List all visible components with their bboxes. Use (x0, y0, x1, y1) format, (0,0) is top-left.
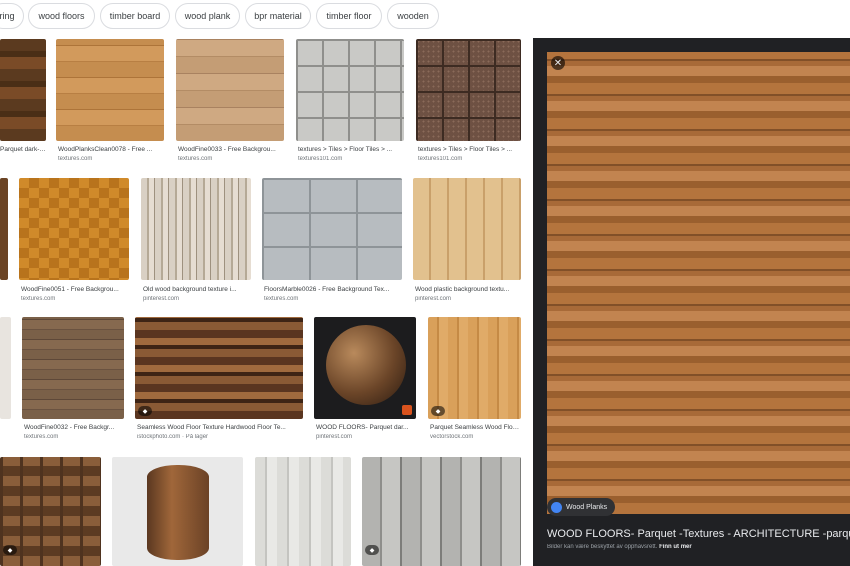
result-tile[interactable]: WoodFine0051 - Free Backgrou... textures… (19, 178, 129, 306)
result-source: textures.com (21, 296, 56, 302)
result-thumbnail[interactable] (428, 317, 521, 419)
result-source: textures.com (264, 296, 299, 302)
image-badge: ◆ (365, 545, 379, 555)
result-caption[interactable]: Seamless Wood Floor Texture Hardwood Flo… (137, 424, 303, 431)
result-caption[interactable]: textures > Tiles > Floor Tiles > ... (418, 146, 521, 153)
result-thumbnail[interactable] (416, 39, 521, 141)
result-tile[interactable] (112, 457, 243, 566)
result-tile[interactable] (0, 178, 8, 306)
result-source: textures.com (178, 156, 213, 162)
result-tile[interactable]: WOOD FLOORS- Parquet dar... pinterest.co… (314, 317, 416, 447)
preview-title[interactable]: WOOD FLOORS- Parquet -Textures - ARCHITE… (547, 528, 850, 540)
result-source: pinterest.com (143, 296, 180, 302)
result-caption[interactable]: FloorsMarble0026 - Free Background Tex..… (264, 286, 402, 293)
result-tile[interactable]: ◆ Seamless Wood Floor Texture Hardwood F… (135, 317, 303, 447)
result-thumbnail[interactable] (112, 457, 243, 566)
sphere-render (326, 325, 406, 405)
copyright-text: Bilder kan være beskyttet av opphavsrett… (547, 544, 658, 550)
result-tile[interactable]: Old wood background texture i... pintere… (141, 178, 251, 306)
cylinder-render (147, 465, 209, 560)
result-tile[interactable]: ◆ Parquet Seamless Wood Floor P... vecto… (428, 317, 521, 447)
result-caption[interactable]: Old wood background texture i... (143, 286, 251, 293)
result-thumbnail[interactable] (22, 317, 124, 419)
result-thumbnail[interactable] (413, 178, 521, 280)
result-tile[interactable]: textures > Tiles > Floor Tiles > ... tex… (416, 39, 521, 169)
site-badge[interactable]: Wood Planks (547, 498, 616, 516)
result-caption[interactable]: Parquet Seamless Wood Floor P... (430, 424, 521, 431)
site-name: Wood Planks (566, 503, 608, 511)
result-thumbnail[interactable] (0, 178, 8, 280)
result-thumbnail[interactable] (0, 39, 46, 141)
preview-image[interactable] (547, 52, 850, 514)
result-thumbnail[interactable] (176, 39, 284, 141)
result-source: istockphoto.com · På lager (137, 434, 209, 440)
result-caption[interactable]: WOOD FLOORS- Parquet dar... (316, 424, 416, 431)
result-thumbnail[interactable] (262, 178, 402, 280)
result-thumbnail[interactable] (135, 317, 303, 419)
image-badge: ◆ (3, 545, 17, 555)
result-thumbnail[interactable] (19, 178, 129, 280)
result-tile[interactable]: FloorsMarble0026 - Free Background Tex..… (262, 178, 402, 306)
result-caption[interactable]: textures > Tiles > Floor Tiles > ... (298, 146, 404, 153)
result-source: textures101.com (298, 156, 343, 162)
result-tile[interactable]: ◆ (362, 457, 521, 566)
result-thumbnail[interactable] (56, 39, 164, 141)
result-source: vectorstock.com (430, 434, 474, 440)
result-thumbnail[interactable] (255, 457, 351, 566)
image-badge: ◆ (431, 406, 445, 416)
result-caption[interactable]: Parquet dark-T... (0, 146, 46, 153)
result-caption[interactable]: WoodFine0032 - Free Backgr... (24, 424, 124, 431)
result-tile[interactable]: textures > Tiles > Floor Tiles > ... tex… (296, 39, 404, 169)
result-source: pinterest.com (415, 296, 452, 302)
result-tile[interactable]: WoodFine0032 - Free Backgr... textures.c… (22, 317, 124, 447)
result-tile[interactable]: Wood plastic background textu... pintere… (413, 178, 521, 306)
result-thumbnail[interactable] (0, 317, 11, 419)
learn-more-link[interactable]: Finn ut mer (659, 544, 692, 550)
image-results-grid: Parquet dark-T... WoodPlanksClean0078 - … (0, 0, 533, 566)
result-thumbnail[interactable] (296, 39, 404, 141)
result-tile[interactable]: ◆ (0, 457, 101, 566)
result-tile[interactable] (0, 317, 11, 447)
result-tile[interactable]: WoodPlanksClean0078 - Free ... textures.… (56, 39, 164, 169)
result-caption[interactable]: WoodPlanksClean0078 - Free ... (58, 146, 164, 153)
result-caption[interactable]: WoodFine0051 - Free Backgrou... (21, 286, 129, 293)
result-tile[interactable]: WoodFine0033 - Free Backgrou... textures… (176, 39, 284, 169)
result-thumbnail[interactable] (362, 457, 521, 566)
result-source: textures101.com (418, 156, 463, 162)
result-source: textures.com (24, 434, 59, 440)
result-caption[interactable]: WoodFine0033 - Free Backgrou... (178, 146, 284, 153)
result-thumbnail[interactable] (314, 317, 416, 419)
result-source: textures.com (58, 156, 93, 162)
close-icon[interactable]: ✕ (551, 56, 565, 70)
result-source: pinterest.com (316, 434, 353, 440)
globe-icon (551, 501, 562, 513)
image-preview-panel: ✕ Wood Planks WOOD FLOORS- Parquet -Text… (533, 38, 850, 566)
result-tile[interactable] (255, 457, 351, 566)
alert-icon (402, 405, 412, 415)
image-badge: ◆ (138, 406, 152, 416)
result-caption[interactable]: Wood plastic background textu... (415, 286, 521, 293)
result-tile[interactable]: Parquet dark-T... (0, 39, 46, 169)
copyright-notice: Bilder kan være beskyttet av opphavsrett… (547, 544, 850, 550)
result-thumbnail[interactable] (141, 178, 251, 280)
